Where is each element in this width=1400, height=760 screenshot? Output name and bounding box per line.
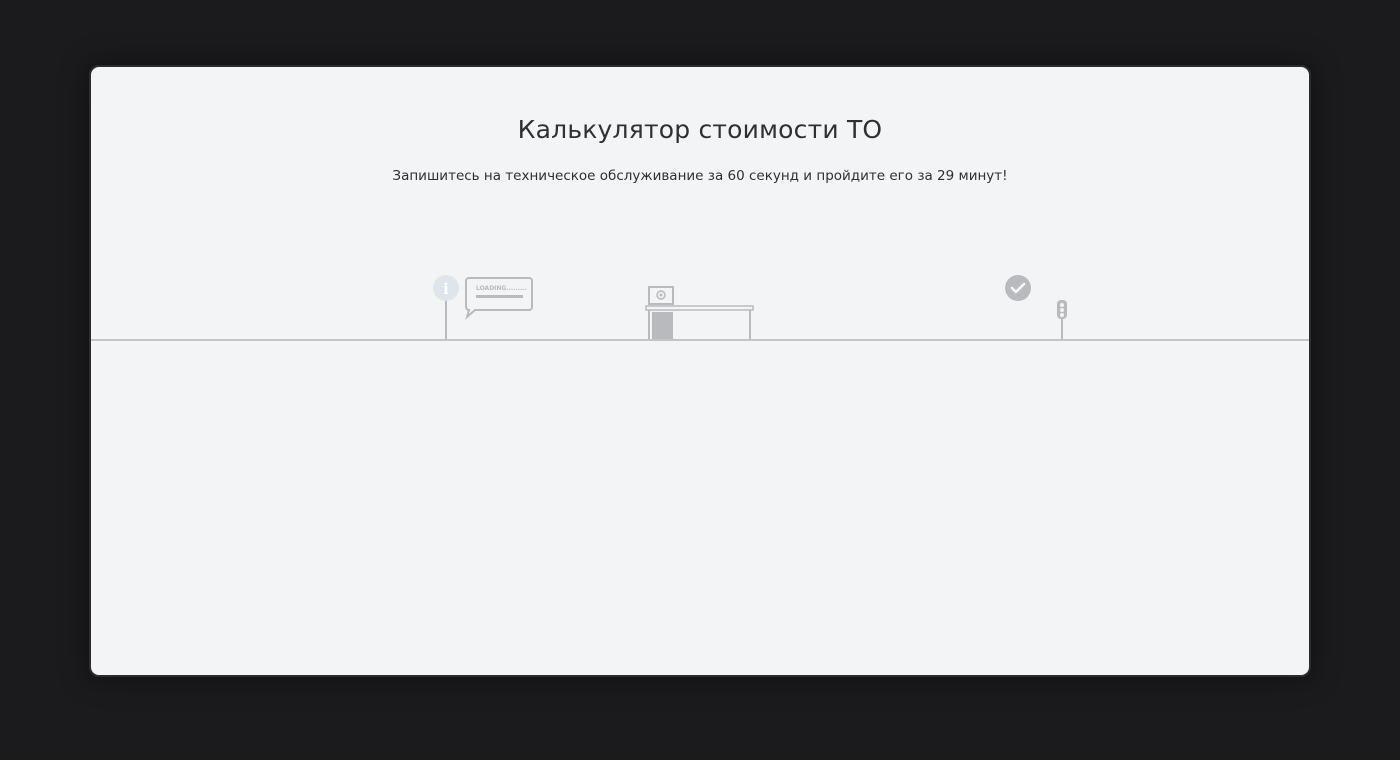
traffic-light-icon [1057, 300, 1067, 339]
progress-scene: i LOADING......... [433, 275, 1067, 339]
info-icon: i [433, 275, 459, 339]
loading-speech-bubble: LOADING......... [465, 277, 533, 320]
svg-text:i: i [443, 280, 449, 298]
loading-label: LOADING......... [476, 285, 527, 292]
calculator-panel: Калькулятор стоимости ТО Запишитесь на т… [89, 65, 1311, 677]
service-station-icon [645, 286, 754, 339]
page-subtitle: Запишитесь на техническое обслуживание з… [392, 168, 1008, 184]
page-title: Калькулятор стоимости ТО [517, 115, 883, 144]
check-icon [1005, 275, 1031, 301]
road-line [91, 339, 1309, 341]
